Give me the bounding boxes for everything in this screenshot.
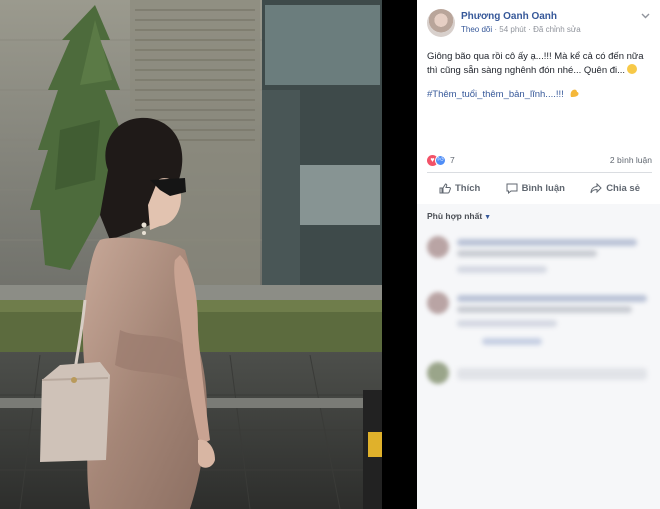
photo-viewer: Phương Oanh Oanh Theo dõi · 54 phút · Đã… (0, 0, 660, 509)
post-body: Giông bão qua rồi cô ấy ạ...!!! Mà kể cả… (427, 51, 644, 76)
post-panel: Phương Oanh Oanh Theo dõi · 54 phút · Đã… (417, 0, 660, 509)
share-icon (590, 182, 602, 193)
post-time[interactable]: 54 phút (499, 25, 526, 34)
like-label: Thích (455, 182, 481, 194)
blurred-text (457, 250, 597, 257)
comments-section: Phù hợp nhất ▼ (417, 204, 660, 509)
blurred-text (457, 295, 647, 302)
post-meta: Theo dõi · 54 phút · Đã chỉnh sửa (461, 25, 581, 34)
follow-link[interactable]: Theo dõi (461, 25, 492, 34)
post-header: Phương Oanh Oanh Theo dõi · 54 phút · Đã… (427, 9, 654, 39)
thumbs-up-icon (439, 182, 451, 193)
blurred-comment (427, 292, 652, 352)
caret-down-icon: ▼ (484, 214, 492, 221)
sort-label: Phù hợp nhất (427, 211, 483, 221)
reaction-summary[interactable]: ♥ 👍︎ 7 2 bình luận (427, 155, 652, 167)
avatar (427, 362, 449, 384)
photo-panel (0, 0, 417, 509)
post-text: Giông bão qua rồi cô ấy ạ...!!! Mà kể cả… (427, 50, 655, 77)
reaction-count[interactable]: 7 (450, 155, 455, 165)
blurred-comment-input (427, 362, 652, 386)
author-name[interactable]: Phương Oanh Oanh (461, 11, 557, 22)
comment-label: Bình luận (521, 182, 565, 194)
smile-emoji-icon (627, 63, 638, 74)
meta-separator: · (494, 25, 498, 34)
share-label: Chia sẻ (606, 182, 640, 194)
blurred-text (457, 306, 632, 313)
flexed-biceps-emoji-icon (569, 88, 580, 98)
blurred-text (482, 338, 542, 345)
like-button[interactable]: Thích (439, 178, 480, 198)
chevron-down-icon[interactable] (640, 11, 650, 21)
blurred-text (457, 239, 637, 246)
blurred-comment (427, 236, 652, 286)
divider (427, 172, 652, 173)
avatar (427, 236, 449, 258)
edited-label[interactable]: Đã chỉnh sửa (533, 25, 581, 34)
share-button[interactable]: Chia sẻ (590, 178, 640, 198)
post-photo[interactable] (0, 0, 382, 509)
blurred-text (457, 266, 547, 273)
comment-count[interactable]: 2 bình luận (610, 155, 652, 165)
like-icon: 👍︎ (435, 155, 446, 166)
comment-icon (506, 183, 518, 194)
avatar (427, 292, 449, 314)
comment-button[interactable]: Bình luận (506, 178, 565, 198)
avatar[interactable] (427, 9, 455, 37)
reaction-icons: ♥ 👍︎ (427, 155, 449, 166)
hashtag-line: #Thêm_tuổi_thêm_bản_lĩnh....!!! (427, 88, 580, 100)
comment-sort-dropdown[interactable]: Phù hợp nhất ▼ (427, 211, 491, 221)
action-bar: Thích Bình luận Chia sẻ (427, 178, 652, 198)
hashtag-link[interactable]: #Thêm_tuổi_thêm_bản_lĩnh....!!! (427, 89, 564, 100)
meta-separator: · (528, 25, 531, 34)
blurred-text (457, 320, 557, 327)
blurred-text (457, 368, 647, 380)
